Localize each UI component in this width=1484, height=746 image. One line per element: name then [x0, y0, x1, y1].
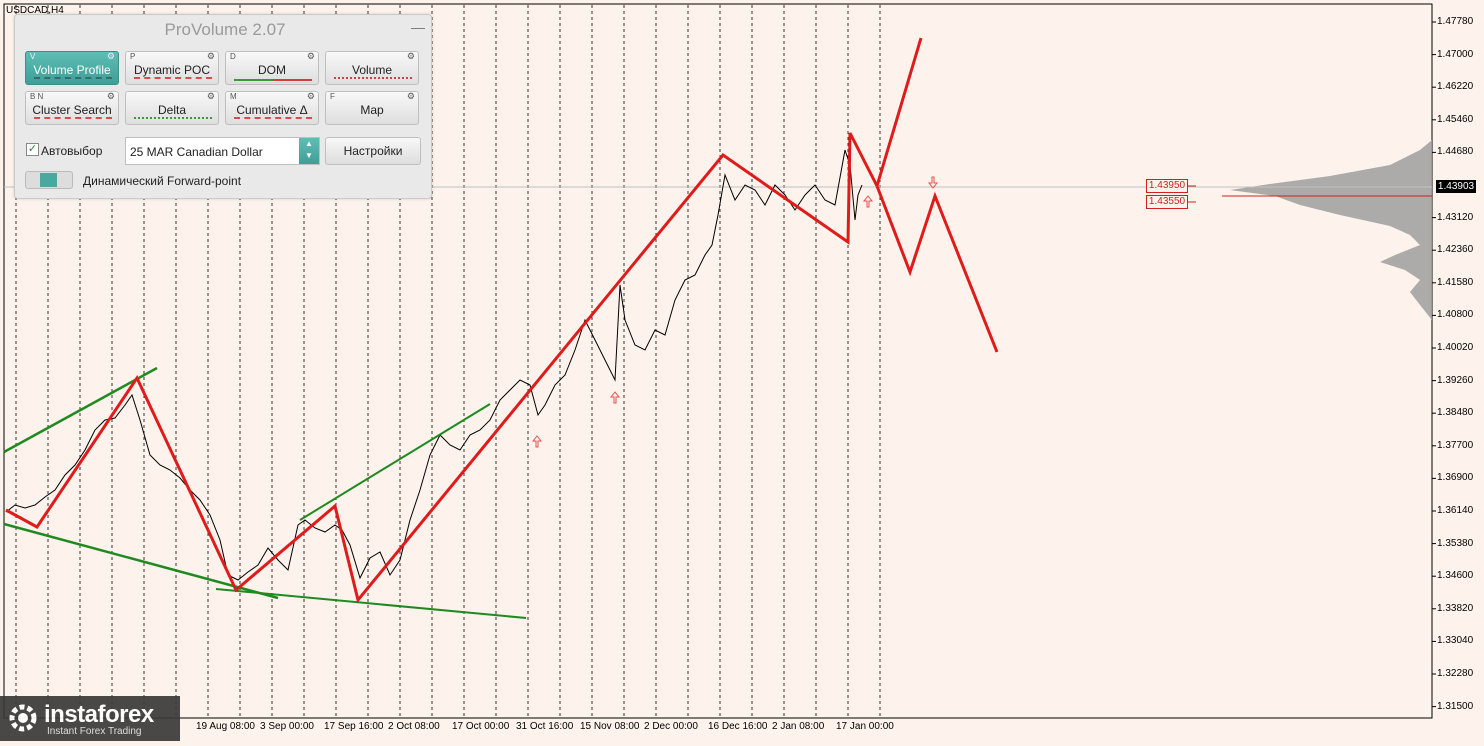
dynamic-poc-button[interactable]: P ⚙ Dynamic POC [125, 51, 219, 85]
instaforex-logo: instaforex Instant Forex Trading [0, 696, 180, 741]
price-axis-label: 1.47000 [1437, 48, 1474, 60]
hotkey-label: B N [30, 92, 44, 101]
gear-icon[interactable]: ⚙ [307, 51, 315, 62]
level-label-2: 1.43550 [1146, 195, 1188, 209]
auto-select-checkbox[interactable]: ✓ [26, 143, 39, 156]
dom-button[interactable]: D ⚙ DOM [225, 51, 319, 85]
date-axis-label: 2 Oct 08:00 [388, 721, 440, 732]
date-axis-label: 17 Oct 00:00 [452, 721, 510, 732]
indicator-dashes [34, 77, 112, 81]
gear-icon[interactable]: ⚙ [407, 51, 415, 62]
price-axis-label: 1.36900 [1437, 472, 1474, 484]
date-axis-label: 15 Nov 08:00 [580, 721, 640, 732]
button-label: Cumulative Δ [236, 103, 308, 117]
indicator-dashes [234, 117, 312, 121]
button-label: Volume Profile [33, 63, 111, 77]
forward-point-toggle[interactable] [25, 171, 73, 189]
price-axis-label: 1.40020 [1437, 342, 1474, 353]
button-label: Cluster Search [32, 103, 112, 117]
price-axis-label: 1.31500 [1437, 700, 1474, 712]
volume-button[interactable]: ⚙ Volume [325, 51, 419, 85]
price-axis-label: 1.43120 [1437, 211, 1474, 223]
indicator-dashes [34, 117, 112, 121]
date-axis-label: 2 Dec 00:00 [644, 721, 698, 732]
price-axis-label: 1.35380 [1437, 537, 1474, 549]
volume-profile-button[interactable]: V ⚙ Volume Profile [25, 51, 119, 85]
price-axis-label: 1.34600 [1437, 570, 1474, 582]
button-label: Dynamic POC [133, 63, 210, 77]
settings-button[interactable]: Настройки [325, 137, 421, 165]
price-axis-label: 1.41580 [1437, 276, 1474, 288]
price-axis-label: 1.44680 [1437, 146, 1474, 158]
cluster-search-button[interactable]: B N ⚙ Cluster Search [25, 91, 119, 125]
gear-icon[interactable]: ⚙ [207, 51, 215, 62]
gear-icon[interactable]: ⚙ [407, 91, 415, 102]
price-axis-label: 1.33820 [1437, 602, 1474, 614]
provolume-panel[interactable]: ProVolume 2.07 — V ⚙ Volume Profile P ⚙ … [14, 14, 432, 199]
minimize-button[interactable]: — [411, 19, 425, 35]
price-axis-label: 1.38480 [1437, 407, 1474, 419]
panel-title: ProVolume 2.07 [164, 20, 286, 39]
toggle-knob [40, 173, 57, 187]
spinner-icon[interactable]: ▲ ▼ [299, 138, 319, 164]
cumulative-delta-button[interactable]: M ⚙ Cumulative Δ [225, 91, 319, 125]
button-label: DOM [258, 63, 286, 77]
date-axis-label: 3 Sep 00:00 [260, 721, 314, 732]
current-price-badge: 1.43903 [1436, 180, 1476, 193]
logo-name: instaforex [44, 701, 154, 728]
auto-select-label: Автовыбор [41, 144, 103, 158]
indicator-dots [334, 77, 412, 81]
date-axis-label: 16 Dec 16:00 [708, 721, 768, 732]
hotkey-label: F [330, 92, 335, 101]
price-axis-label: 1.36140 [1437, 505, 1474, 516]
gear-icon[interactable]: ⚙ [207, 91, 215, 102]
map-button[interactable]: F ⚙ Map [325, 91, 419, 125]
gear-icon[interactable]: ⚙ [107, 51, 115, 62]
hotkey-label: V [30, 52, 36, 61]
logo-tagline: Instant Forex Trading [47, 726, 142, 737]
price-axis-ticks [1432, 21, 1436, 708]
hotkey-label: D [230, 52, 236, 61]
price-axis-label: 1.40800 [1437, 309, 1474, 321]
level-label-1: 1.43950 [1146, 179, 1188, 193]
price-axis-label: 1.33040 [1437, 635, 1474, 647]
indicator-dots [134, 117, 212, 121]
price-axis-label: 1.37700 [1437, 439, 1474, 451]
date-axis-label: 19 Aug 08:00 [196, 721, 255, 732]
button-label: Map [360, 103, 384, 117]
date-axis-label: 17 Sep 16:00 [324, 721, 384, 732]
indicator-dashes [134, 77, 212, 81]
price-axis-label: 1.39260 [1437, 374, 1474, 386]
contract-value: 25 MAR Canadian Dollar [130, 145, 263, 159]
price-axis-label: 1.47780 [1437, 16, 1474, 27]
forward-point-label: Динамический Forward-point [83, 174, 242, 188]
hotkey-label: P [130, 52, 136, 61]
hotkey-label: M [230, 92, 237, 101]
date-axis-label: 31 Oct 16:00 [516, 721, 574, 732]
button-label: Delta [157, 103, 186, 117]
date-axis-label: 17 Jan 00:00 [836, 721, 894, 732]
price-axis-label: 1.42360 [1437, 244, 1474, 256]
price-axis-label: 1.45460 [1437, 113, 1474, 125]
delta-button[interactable]: ⚙ Delta [125, 91, 219, 125]
indicator-bar [234, 79, 312, 81]
contract-select[interactable]: 25 MAR Canadian Dollar ▲ ▼ [125, 137, 320, 165]
button-label: Volume [351, 63, 393, 77]
gear-icon[interactable]: ⚙ [107, 91, 115, 102]
gear-logo-icon [9, 704, 37, 732]
date-axis-label: 2 Jan 08:00 [772, 721, 825, 732]
gear-icon[interactable]: ⚙ [307, 91, 315, 102]
price-axis-label: 1.46220 [1437, 81, 1474, 93]
price-axis-label: 1.32280 [1437, 668, 1474, 679]
